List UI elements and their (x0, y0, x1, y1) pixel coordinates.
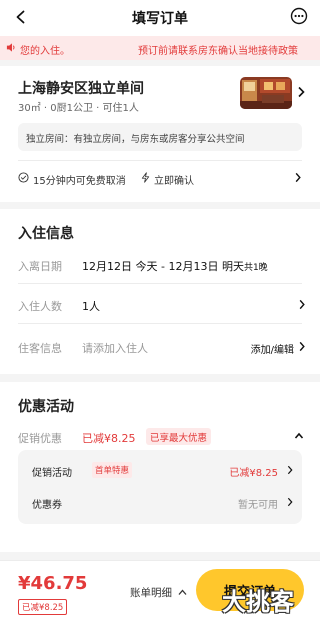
hotel-name: 上海静安区独立单间 (18, 81, 144, 97)
add-edit-button[interactable]: 添加/编辑 (251, 341, 294, 356)
activity-label: 促销活动 (32, 468, 72, 479)
caret-up-icon[interactable] (294, 431, 304, 441)
guests-row[interactable]: 入住人数 1人 (18, 295, 308, 315)
hotel-thumbnail[interactable] (240, 77, 292, 109)
more-icon[interactable] (290, 7, 308, 25)
chevron-right-icon (298, 86, 305, 98)
page-title: 填写订单 (132, 11, 188, 27)
chevron-right-icon (299, 341, 305, 352)
total-discount-badge: 已减¥8.25 (18, 599, 68, 615)
caret-up-icon[interactable] (178, 589, 187, 596)
guests-value: 1人 (82, 300, 100, 313)
divider (18, 283, 302, 284)
chevron-right-icon (287, 465, 293, 475)
activity-value: 已减¥8.25 (229, 468, 278, 479)
chevron-right-icon (299, 299, 305, 310)
divider (18, 160, 302, 161)
nav-header: 填写订单 (0, 0, 320, 36)
check-circle-icon (18, 172, 29, 183)
coupon-row[interactable]: 优惠券 暂无可用 (32, 494, 294, 512)
promo-amount: 已减¥8.25 (82, 432, 136, 445)
checkin-info-card: 入住信息 入离日期 12月12日 今天 - 12月13日 明天共1晚 入住人数 … (0, 209, 320, 374)
promo-summary-row[interactable]: 促销优惠 已减¥8.25 已享最大优惠 (18, 428, 308, 448)
hotel-subtitle: 30㎡ · 0厨1公卫 · 可住1人 (18, 103, 139, 114)
guest-info-placeholder: 请添加入住人 (82, 342, 148, 355)
guest-info-label: 住客信息 (18, 342, 62, 355)
chevron-right-icon (295, 172, 301, 183)
total-price: ¥46.75 (18, 573, 88, 594)
guest-info-row[interactable]: 住客信息 请添加入住人 添加/编辑 (18, 337, 308, 357)
promo-card: 优惠活动 促销优惠 已减¥8.25 已享最大优惠 促销活动 首单特惠 已减¥8.… (0, 382, 320, 552)
divider (18, 323, 302, 324)
bill-detail-button[interactable]: 账单明细 (130, 585, 172, 600)
date-label: 入离日期 (18, 260, 62, 273)
lightning-icon (141, 172, 150, 183)
notice-text-1: 您的入住。 (20, 46, 70, 57)
free-cancel-text: 15分钟内可免费取消 (33, 176, 126, 187)
notice-bar: 您的入住。 预订前请联系房东确认当地接待政策 (0, 36, 320, 60)
promo-label: 促销优惠 (18, 432, 62, 445)
date-row[interactable]: 入离日期 12月12日 今天 - 12月13日 明天共1晚 (18, 255, 308, 275)
guests-label: 入住人数 (18, 300, 62, 313)
speaker-icon (6, 43, 15, 52)
coupon-label: 优惠券 (32, 500, 62, 511)
hotel-card[interactable]: 上海静安区独立单间 30㎡ · 0厨1公卫 · 可住1人 独立房间：有独立房间，… (0, 66, 320, 202)
first-order-tag: 首单特惠 (92, 462, 133, 478)
promo-details: 促销活动 首单特惠 已减¥8.25 优惠券 暂无可用 (18, 450, 302, 524)
promo-section-title: 优惠活动 (18, 399, 74, 415)
nights-count: 共1晚 (243, 263, 268, 273)
max-discount-badge: 已享最大优惠 (146, 428, 212, 445)
checkin-section-title: 入住信息 (18, 226, 74, 242)
booking-policy[interactable]: 15分钟内可免费取消 立即确认 (18, 171, 308, 187)
room-type-note: 独立房间：有独立房间，与房东或房客分享公共空间 (18, 123, 302, 151)
date-value: 12月12日 今天 - 12月13日 明天共1晚 (82, 258, 268, 274)
watermark: 大挑客 (222, 588, 294, 616)
promo-activity-row[interactable]: 促销活动 首单特惠 已减¥8.25 (32, 462, 294, 480)
instant-confirm-text: 立即确认 (154, 176, 194, 187)
chevron-right-icon (287, 497, 293, 507)
coupon-value: 暂无可用 (238, 500, 278, 511)
date-range: 12月12日 今天 - 12月13日 明天 (82, 260, 244, 273)
notice-text-2: 预订前请联系房东确认当地接待政策 (138, 46, 298, 57)
